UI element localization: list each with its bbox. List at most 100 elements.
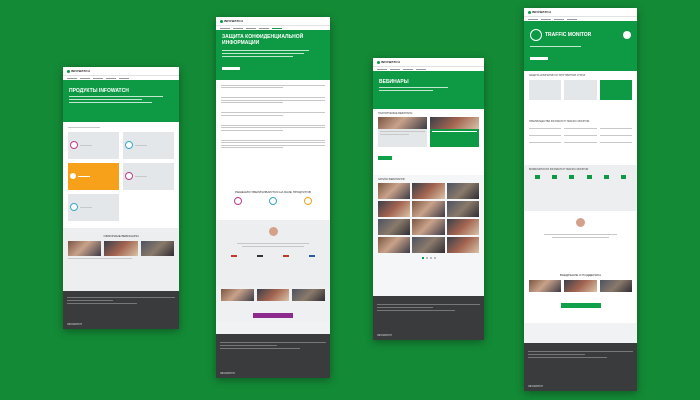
thumbnail [221,289,254,301]
advantages-section: ПРЕИМУЩЕСТВА INFOWATCH TRAFFIC MONITOR [524,117,637,165]
webinar-thumbnail[interactable] [412,201,445,217]
logo-icon [67,69,70,73]
footer: INFOWATCH [216,334,330,378]
hero-button[interactable] [222,67,240,70]
header: INFOWATCH [373,58,484,67]
hero-title: ВЕБИНАРЫ [379,79,409,85]
brand-logo: INFOWATCH [67,69,90,73]
brand-name: INFOWATCH [532,10,551,14]
protection-section: ЗАЩИТА КОМПАНИИ ОТ ВНУТРЕННИХ УГРОЗ [524,71,637,117]
shield-icon [70,203,78,211]
section-title: ПЛАНИРУЕМЫЕ ВЕБИНАРЫ [378,112,413,115]
hero-button[interactable] [530,57,548,60]
webinar-card-highlighted[interactable] [430,117,479,147]
solutions-section: РЕШЕНИЯ УВЕЛИЧИВАЮТСЯ НА БАЗЕ ПРОДУКТОВ [216,184,330,220]
webinar-thumbnail[interactable] [412,237,445,253]
webinar-card[interactable] [378,117,427,147]
webinar-thumbnail[interactable] [140,241,174,256]
thumbnail [529,280,562,292]
webinar-thumbnail[interactable] [378,219,411,235]
webinar-thumbnail[interactable] [412,219,445,235]
pagination[interactable] [378,257,479,259]
hero-title: ПРОДУКТЫ INFOWATCH [69,88,129,94]
product-icon [530,29,542,41]
section-title: ЗАПИСИ ВЕБИНАРОВ [378,178,405,181]
brand-logo: INFOWATCH [528,10,551,14]
webinar-thumbnail[interactable] [446,201,479,217]
brand-logo: INFOWATCH [220,19,243,23]
implementation-section: ВНЕДРЕНИЕ И ПОДДЕРЖКА [524,267,637,323]
brand-name: INFOWATCH [381,60,400,64]
shield-icon [303,197,312,205]
webinar-thumbnail[interactable] [412,183,445,199]
webinar-records: ЗАПИСИ ВЕБИНАРОВ [373,175,484,311]
thumbnail [599,280,632,292]
feature-tile [564,80,597,100]
header: INFOWATCH [63,67,179,76]
section-title: ОБЗОРНЫЕ ВЕБИНАРЫ [103,234,139,238]
section-title: ЗАЩИТА КОМПАНИИ ОТ ВНУТРЕННИХ УГРОЗ [529,74,586,77]
section-title: ВНЕДРЕНИЕ И ПОДДЕРЖКА [559,273,602,277]
brand-logo: INFOWATCH [377,60,400,64]
thumbnail [564,280,597,292]
webinar-thumbnail[interactable] [378,183,411,199]
product-tile[interactable] [68,193,119,221]
hero-banner: ПРОДУКТЫ INFOWATCH [63,80,179,122]
upcoming-webinars: ПЛАНИРУЕМЫЕ ВЕБИНАРЫ [373,109,484,175]
shield-icon [268,197,277,205]
footer-logo: INFOWATCH [220,372,235,375]
footer: INFOWATCH [63,291,179,329]
webinar-thumbnail[interactable] [446,219,479,235]
product-tile[interactable] [123,131,174,159]
hero-banner: ВЕБИНАРЫ [373,71,484,109]
product-tile[interactable] [68,131,119,159]
feature-tile [529,80,562,100]
webinar-thumbnail[interactable] [446,183,479,199]
page-mockup-traffic-monitor: INFOWATCH TRAFFIC MONITOR ЗАЩИТА КОМПАНИ… [524,8,637,391]
shield-icon [125,141,133,149]
webinar-thumbnail[interactable] [104,241,138,256]
footer-logo: INFOWATCH [528,385,543,388]
demo-section [216,286,330,322]
hero-title: TRAFFIC MONITOR [545,32,592,38]
product-tile-highlighted[interactable] [68,162,119,190]
brand-name: INFOWATCH [224,19,243,23]
shield-icon [70,141,78,149]
header: INFOWATCH [524,8,637,17]
capabilities-section: ВОЗМОЖНОСТИ INFOWATCH TRAFFIC MONITOR [524,165,637,211]
product-tile[interactable] [123,162,174,190]
feature-tile-highlighted [599,80,632,100]
footer: INFOWATCH [373,296,484,340]
webinars-section: ОБЗОРНЫЕ ВЕБИНАРЫ [63,228,179,294]
avatar [576,218,585,227]
shield-icon [125,172,133,180]
testimonial-section [216,220,330,286]
hero-banner: TRAFFIC MONITOR [524,21,637,71]
green-button[interactable] [378,156,392,160]
section-title: ВОЗМОЖНОСТИ INFOWATCH TRAFFIC MONITOR [529,168,589,171]
webinar-thumbnail[interactable] [378,201,411,217]
webinar-thumbnail[interactable] [378,237,411,253]
thumbnail [256,289,290,301]
footer-logo: INFOWATCH [377,334,392,337]
page-mockup-products: INFOWATCH ПРОДУКТЫ INFOWATCH ОБЗОРНЫЕ ВЕ… [63,67,179,329]
section-title: РЕШЕНИЯ УВЕЛИЧИВАЮТСЯ НА БАЗЕ ПРОДУКТОВ [235,190,311,194]
header: INFOWATCH [216,17,330,26]
webinar-thumbnail[interactable] [446,237,479,253]
webinar-thumbnail[interactable] [68,241,102,256]
hero-banner: ЗАЩИТА КОНФИДЕНЦИАЛЬНОЙ ИНФОРМАЦИИ [216,30,330,80]
page-mockup-protection: INFOWATCH ЗАЩИТА КОНФИДЕНЦИАЛЬНОЙ ИНФОРМ… [216,17,330,378]
demo-button[interactable] [253,313,293,318]
testimonial-section [524,211,637,267]
demo-request-button[interactable] [560,303,601,308]
logo-icon [220,19,223,23]
brand-name: INFOWATCH [71,69,90,73]
section-title: ПРЕИМУЩЕСТВА INFOWATCH TRAFFIC MONITOR [529,120,590,123]
logo-icon [528,10,531,14]
shield-icon [234,197,243,205]
logo-icon [377,60,380,64]
play-icon[interactable] [623,31,631,39]
footer-logo: INFOWATCH [67,323,82,326]
avatar [268,227,278,236]
footer: INFOWATCH [524,343,637,391]
